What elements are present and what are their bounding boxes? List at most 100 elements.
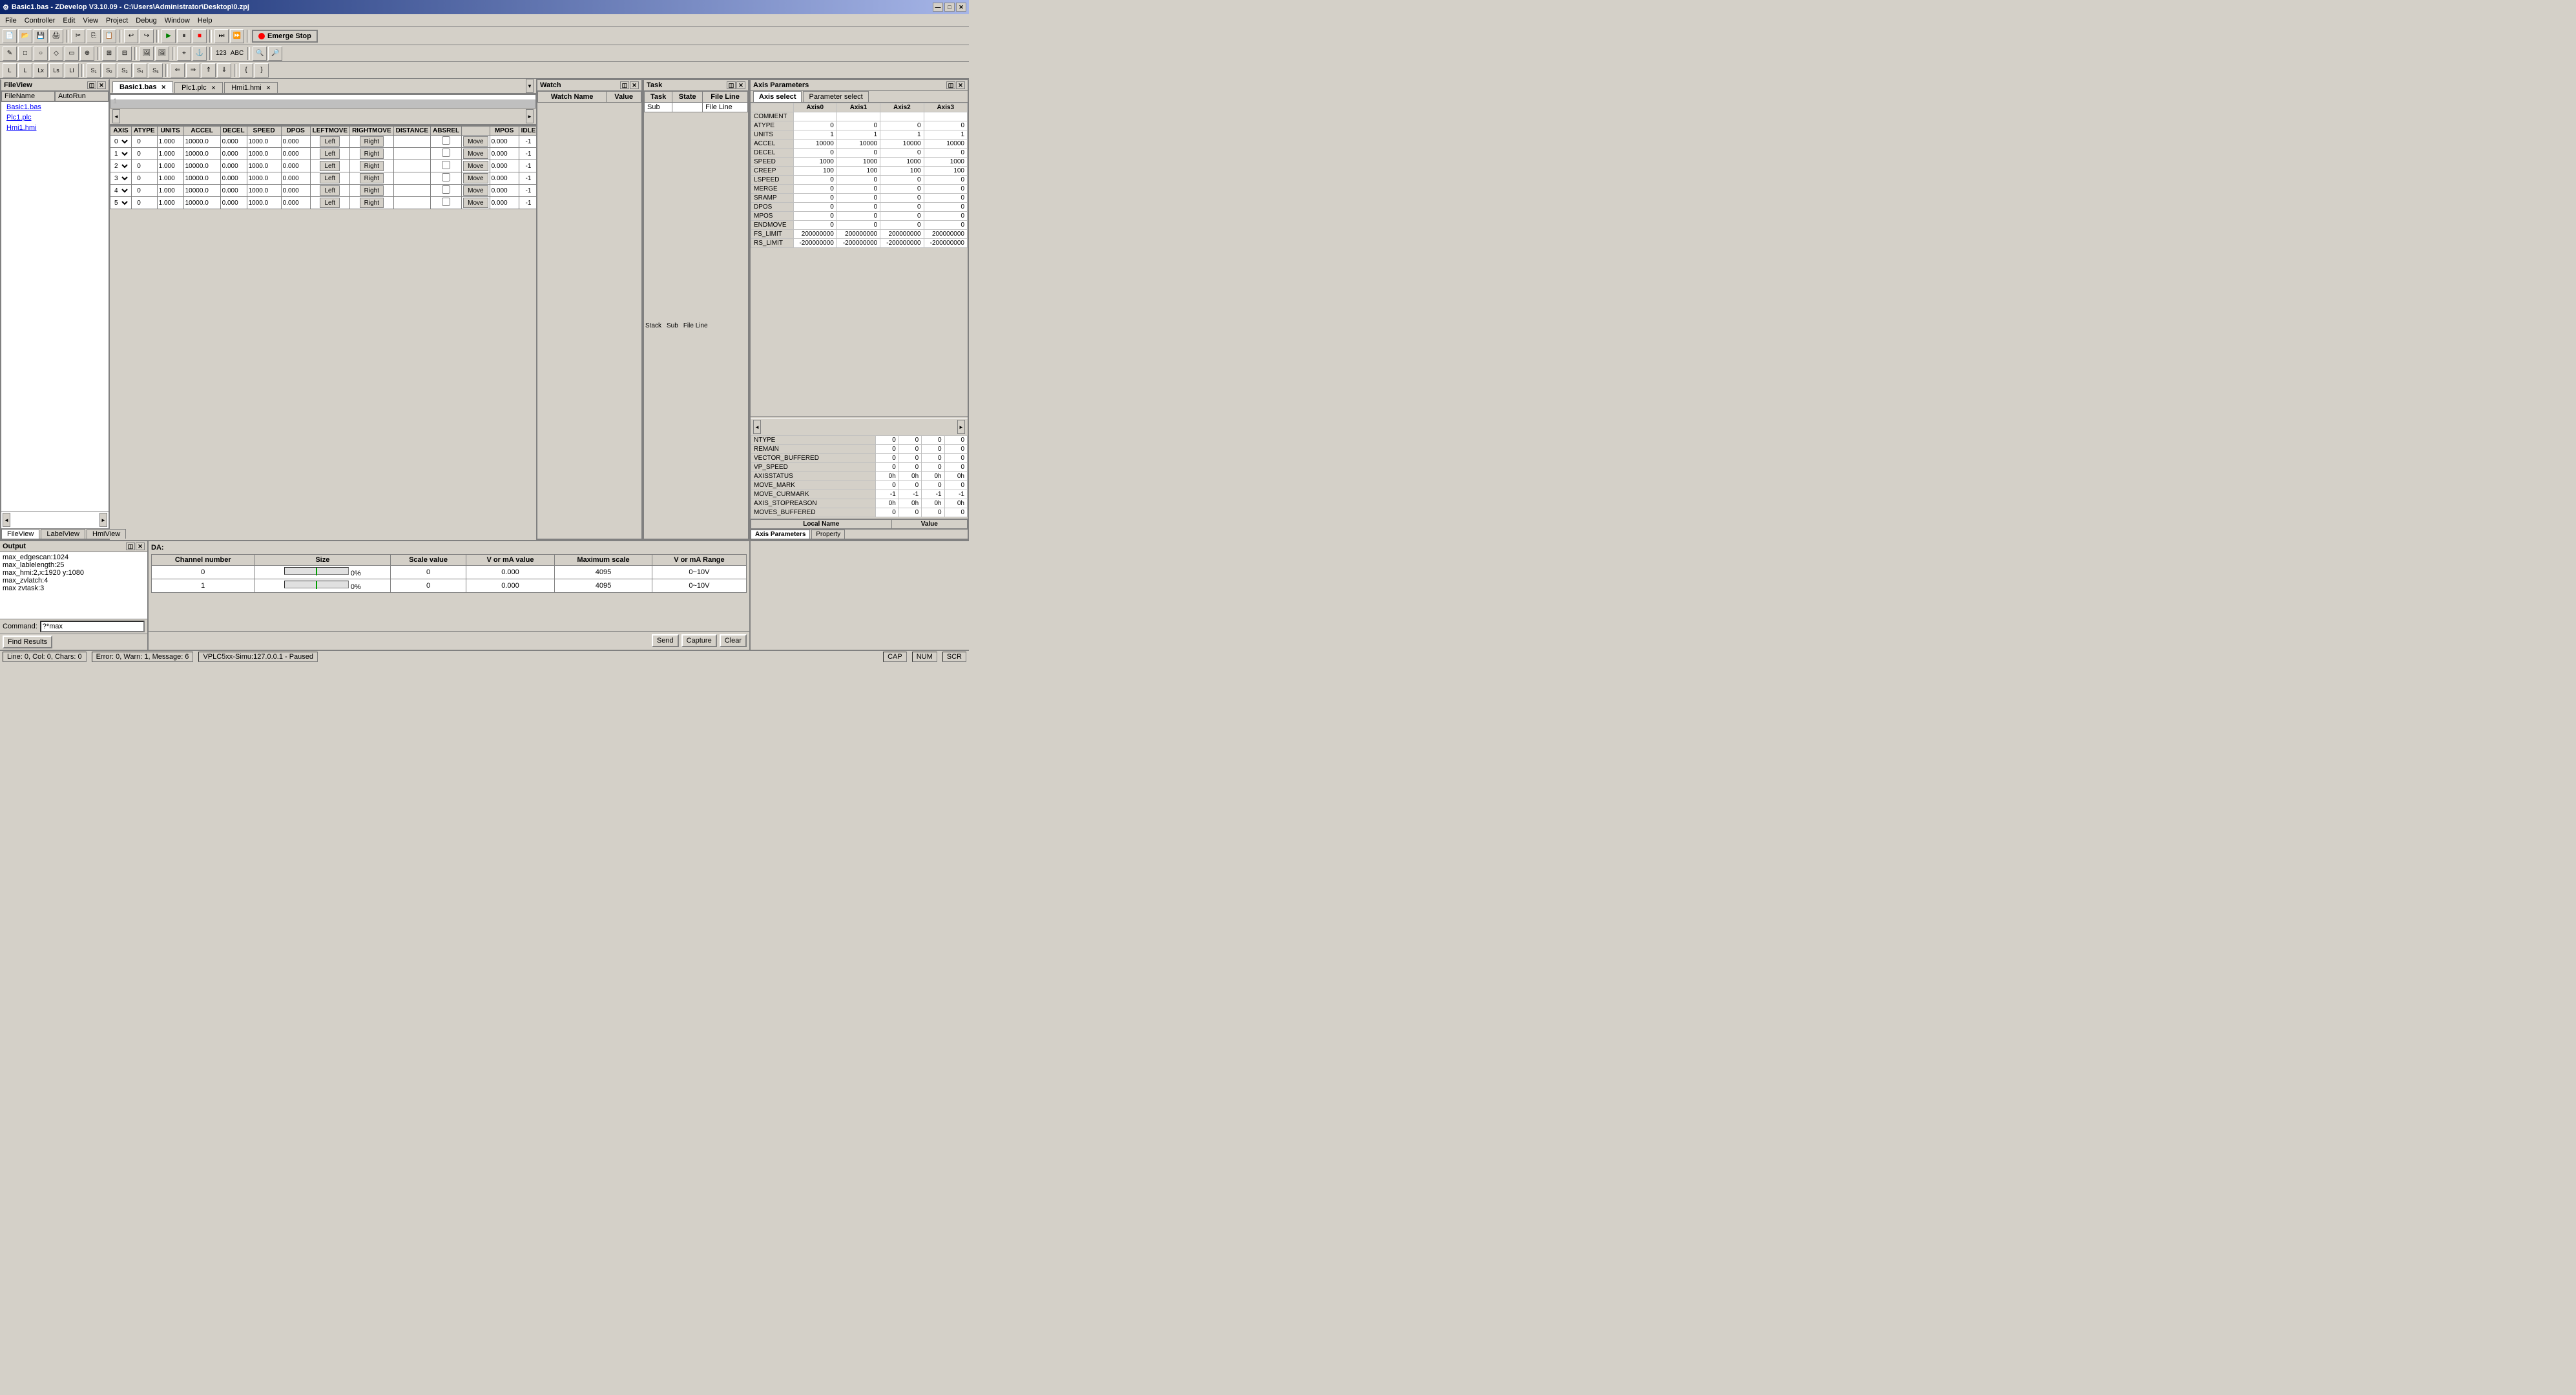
tb-s10[interactable]: S₂ — [102, 63, 116, 78]
ar-move-btn-3[interactable]: Move — [463, 173, 488, 183]
menu-edit[interactable]: Edit — [59, 16, 79, 25]
task-close-btn[interactable]: ✕ — [736, 81, 745, 89]
maximize-btn[interactable]: □ — [944, 3, 955, 12]
tb-img2[interactable]: 🖼 — [155, 46, 169, 61]
tb-s11[interactable]: S₃ — [118, 63, 132, 78]
tb-paste[interactable]: 📋 — [102, 29, 116, 43]
tb-stop[interactable]: ■ — [192, 29, 207, 43]
menu-project[interactable]: Project — [102, 16, 132, 25]
ar-left-btn-3[interactable]: Left — [320, 173, 340, 183]
btab-labelview[interactable]: LabelView — [41, 529, 85, 539]
minimize-btn[interactable]: — — [933, 3, 943, 12]
tb-open[interactable]: 📂 — [18, 29, 32, 43]
tb-arr4[interactable]: ⇓ — [217, 63, 231, 78]
task-float-btn[interactable]: ◫ — [727, 81, 736, 89]
ap-nav-right[interactable]: ► — [957, 420, 965, 434]
tb-s9[interactable]: S₁ — [87, 63, 101, 78]
tb-save[interactable]: 💾 — [34, 29, 48, 43]
tab-hmi-close[interactable]: ✕ — [266, 85, 271, 91]
tb-debug2[interactable]: ⏩ — [230, 29, 244, 43]
ar-left-btn-5[interactable]: Left — [320, 198, 340, 208]
ar-right-btn-4[interactable]: Right — [360, 185, 384, 196]
ar-left-btn-1[interactable]: Left — [320, 149, 340, 159]
tb-undo[interactable]: ↩ — [124, 29, 138, 43]
emerge-stop-btn[interactable]: Emerge Stop — [252, 30, 318, 43]
fileview-close-btn[interactable]: ✕ — [97, 81, 106, 89]
tb-run[interactable]: ▶ — [161, 29, 176, 43]
tb-brk2[interactable]: } — [254, 63, 269, 78]
tb-cursor[interactable]: ⌖ — [177, 46, 191, 61]
tb-cut[interactable]: ✂ — [71, 29, 85, 43]
ap-nav-left[interactable]: ◄ — [753, 420, 761, 434]
btab-fileview[interactable]: FileView — [1, 529, 39, 539]
ar-move-btn-2[interactable]: Move — [463, 161, 488, 171]
axis-scroll-right[interactable]: ► — [526, 109, 534, 123]
tb-s8[interactable]: ⊟ — [118, 46, 132, 61]
tab-plc[interactable]: Plc1.plc ✕ — [174, 82, 223, 93]
menu-window[interactable]: Window — [161, 16, 194, 25]
tb-t2[interactable]: L — [18, 63, 32, 78]
axisparam-tab-param[interactable]: Parameter select — [803, 91, 868, 102]
ar-absrel-cb-0[interactable] — [432, 136, 460, 145]
tb-debug1[interactable]: ⏭ — [214, 29, 229, 43]
capture-btn[interactable]: Capture — [681, 634, 717, 647]
tab-hmi[interactable]: Hmi1.hmi ✕ — [224, 82, 278, 93]
tb-arr3[interactable]: ⇑ — [202, 63, 216, 78]
tb-t3[interactable]: Lx — [34, 63, 48, 78]
ar-left-btn-2[interactable]: Left — [320, 161, 340, 171]
search-btn[interactable]: Find Results — [3, 636, 52, 648]
ar-axis-sel-0[interactable]: 0 — [112, 138, 130, 146]
tb-s12[interactable]: S₄ — [133, 63, 147, 78]
ar-right-btn-0[interactable]: Right — [360, 136, 384, 147]
ar-axis-sel-2[interactable]: 2 — [112, 162, 130, 170]
ar-absrel-cb-5[interactable] — [432, 198, 460, 206]
send-btn[interactable]: Send — [652, 634, 679, 647]
ar-left-btn-4[interactable]: Left — [320, 185, 340, 196]
tab-basic-close[interactable]: ✕ — [161, 84, 167, 90]
ar-axis-sel-1[interactable]: 1 — [112, 150, 130, 158]
tb-brk1[interactable]: { — [239, 63, 253, 78]
tb-s2[interactable]: □ — [18, 46, 32, 61]
menu-controller[interactable]: Controller — [21, 16, 59, 25]
tb-s6[interactable]: ⊕ — [80, 46, 94, 61]
ap-btab-prop[interactable]: Property — [811, 530, 845, 539]
output-float[interactable]: ◫ — [126, 542, 135, 550]
tb-copy[interactable]: ⎘ — [87, 29, 101, 43]
menu-file[interactable]: File — [1, 16, 21, 25]
ap-btab-axis[interactable]: Axis Parameters — [751, 530, 810, 539]
ar-right-btn-2[interactable]: Right — [360, 161, 384, 171]
tb-s3[interactable]: ○ — [34, 46, 48, 61]
ar-move-btn-1[interactable]: Move — [463, 149, 488, 159]
ar-left-btn-0[interactable]: Left — [320, 136, 340, 147]
ar-right-btn-3[interactable]: Right — [360, 173, 384, 183]
tb-img1[interactable]: 🖼 — [140, 46, 154, 61]
tb-latch[interactable]: ⚓ — [192, 46, 207, 61]
tb-s4[interactable]: ◇ — [49, 46, 63, 61]
tab-basic[interactable]: Basic1.bas ✕ — [112, 81, 173, 93]
tb-t5[interactable]: Ll — [65, 63, 79, 78]
tb-zoom1[interactable]: 🔍 — [253, 46, 267, 61]
tb-arr1[interactable]: ⇐ — [171, 63, 185, 78]
menu-view[interactable]: View — [79, 16, 102, 25]
menu-debug[interactable]: Debug — [132, 16, 160, 25]
fileview-float-btn[interactable]: ◫ — [87, 81, 96, 89]
watch-close-btn[interactable]: ✕ — [630, 81, 639, 89]
fv-file-hmi[interactable]: Hmi1.hmi — [1, 123, 109, 133]
axisparam-float-btn[interactable]: ◫ — [946, 81, 955, 89]
output-close[interactable]: ✕ — [136, 542, 145, 550]
fv-file-plc[interactable]: Plc1.plc — [1, 112, 109, 123]
ar-absrel-cb-1[interactable] — [432, 149, 460, 157]
tb-new[interactable]: 📄 — [3, 29, 17, 43]
tb-t1[interactable]: L — [3, 63, 17, 78]
ar-axis-sel-4[interactable]: 4 — [112, 187, 130, 195]
axis-scroll-left[interactable]: ◄ — [112, 109, 120, 123]
watch-float-btn[interactable]: ◫ — [620, 81, 629, 89]
tb-s7[interactable]: ⊞ — [102, 46, 116, 61]
axisparam-tab-axis[interactable]: Axis select — [753, 91, 802, 102]
ar-move-btn-0[interactable]: Move — [463, 136, 488, 147]
tab-scroll-right[interactable]: ▼ — [526, 79, 534, 93]
fv-nav-left[interactable]: ◄ — [3, 513, 10, 527]
ar-absrel-cb-2[interactable] — [432, 161, 460, 169]
ar-right-btn-1[interactable]: Right — [360, 149, 384, 159]
cmd-input[interactable] — [40, 621, 145, 632]
